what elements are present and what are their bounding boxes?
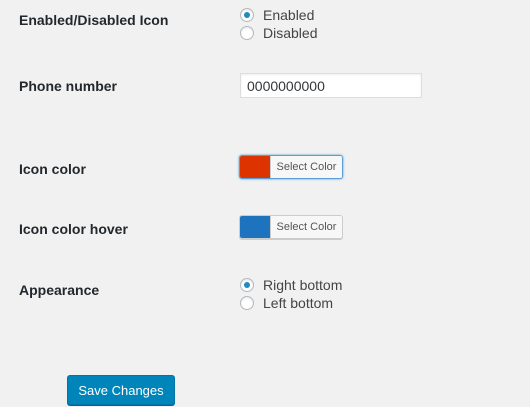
radio-disabled-label[interactable]: Disabled [263,24,317,42]
phone-number-label: Phone number [19,78,118,94]
icon-color-picker-button[interactable]: Select Color [239,155,343,179]
radio-left-bottom-label[interactable]: Left bottom [263,294,333,312]
radio-left-bottom[interactable]: Left bottom [240,294,333,312]
enabled-icon-label: Enabled/Disabled Icon [19,12,169,28]
radio-right-bottom-circle[interactable] [240,278,254,292]
icon-color-hover-label: Icon color hover [19,221,128,237]
radio-disabled[interactable]: Disabled [240,24,317,42]
phone-number-input[interactable] [240,73,422,98]
settings-form: Enabled/Disabled Icon Enabled Disabled P… [0,0,530,407]
radio-right-bottom[interactable]: Right bottom [240,276,342,294]
radio-left-bottom-circle[interactable] [240,296,254,310]
radio-enabled-circle[interactable] [240,8,254,22]
radio-enabled-label[interactable]: Enabled [263,6,314,24]
icon-color-hover-swatch[interactable] [240,216,270,238]
icon-color-label: Icon color [19,161,86,177]
radio-right-bottom-label[interactable]: Right bottom [263,276,342,294]
appearance-label: Appearance [19,282,100,298]
icon-color-select-label[interactable]: Select Color [270,156,342,178]
icon-color-swatch[interactable] [240,156,270,178]
icon-color-hover-select-label[interactable]: Select Color [270,216,342,238]
radio-enabled[interactable]: Enabled [240,6,314,24]
save-changes-button[interactable]: Save Changes [67,375,175,405]
radio-disabled-circle[interactable] [240,26,254,40]
icon-color-hover-picker-button[interactable]: Select Color [239,215,343,239]
